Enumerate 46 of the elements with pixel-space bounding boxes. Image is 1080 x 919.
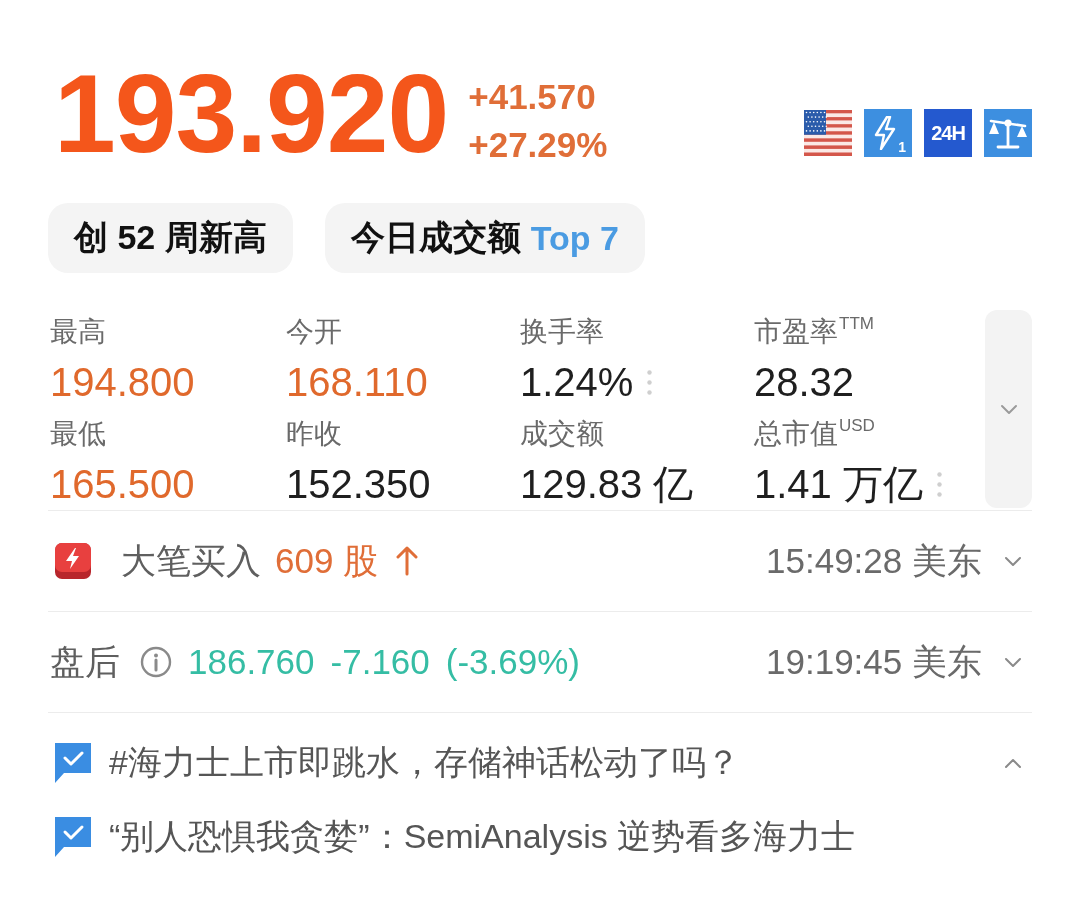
after-hours-percent: (-3.69%) <box>445 642 580 682</box>
tag-pill[interactable]: 今日成交额 Top 7 <box>324 203 645 273</box>
stat-label: 昨收 <box>286 417 343 451</box>
tile-number: 1 <box>898 139 906 155</box>
block-trade-amount: 609 股 <box>275 539 379 582</box>
lightning-icon <box>874 116 896 150</box>
stat-value: 165.500 <box>50 461 195 508</box>
tag-highlight: Top 7 <box>530 218 619 258</box>
session-badge[interactable]: 24H <box>924 109 972 157</box>
tag-label: 创 52 周新高 <box>74 217 267 258</box>
stock-price: 193.920 <box>54 60 449 168</box>
stat-label: 今开 <box>286 315 343 349</box>
stat-value: 1.24% <box>520 359 634 406</box>
scale-icon[interactable] <box>984 109 1032 157</box>
stat-value: 28.32 <box>754 359 855 406</box>
after-hours-change: -7.160 <box>330 642 430 682</box>
tag-label: 今日成交额 <box>350 217 521 258</box>
stat-value: 168.110 <box>286 359 428 406</box>
stat-label: 市盈率$^{TTM}$ <box>754 313 875 349</box>
stat-label: 最高 <box>50 315 107 349</box>
time-text: 15:49:28 美东 <box>766 539 982 582</box>
chat-check-icon <box>55 817 91 857</box>
flag-icon[interactable] <box>804 110 852 156</box>
chevron-icon[interactable] <box>1004 554 1022 568</box>
chevron-icon[interactable] <box>1004 756 1022 770</box>
stat-value: 129.83 亿 <box>520 461 694 508</box>
stat-value: 194.800 <box>50 359 195 406</box>
topic-link[interactable]: #海力士上市即跳水，存储神话松动了吗？ <box>109 740 740 786</box>
stat-value: 1.41 万亿 <box>754 461 923 508</box>
stat-label: 换手率 <box>520 315 605 349</box>
time-text: 19:19:45 美东 <box>766 640 982 683</box>
stat-value: 152.350 <box>286 461 431 508</box>
lightning-icon <box>55 543 91 579</box>
after-hours-label: 盘后 <box>50 640 120 683</box>
after-hours-price: 186.760 <box>188 642 315 682</box>
info-icon[interactable] <box>140 646 172 678</box>
price-change: +41.570 <box>468 76 597 118</box>
stat-label: 总市值$^{USD}$ <box>754 415 876 451</box>
stat-label: 最低 <box>50 417 107 451</box>
chevron-icon[interactable] <box>1004 655 1022 669</box>
block-trade-label: 大笔买入 <box>121 539 261 582</box>
stat-label: 成交额 <box>520 417 605 451</box>
chat-check-icon <box>55 743 91 783</box>
tag-pill[interactable]: 创 52 周新高 <box>48 203 293 273</box>
topic-link[interactable]: “别人恐惧我贪婪”：SemiAnalysis 逆势看多海力士 <box>109 814 856 860</box>
percent-change: +27.29% <box>468 124 608 166</box>
